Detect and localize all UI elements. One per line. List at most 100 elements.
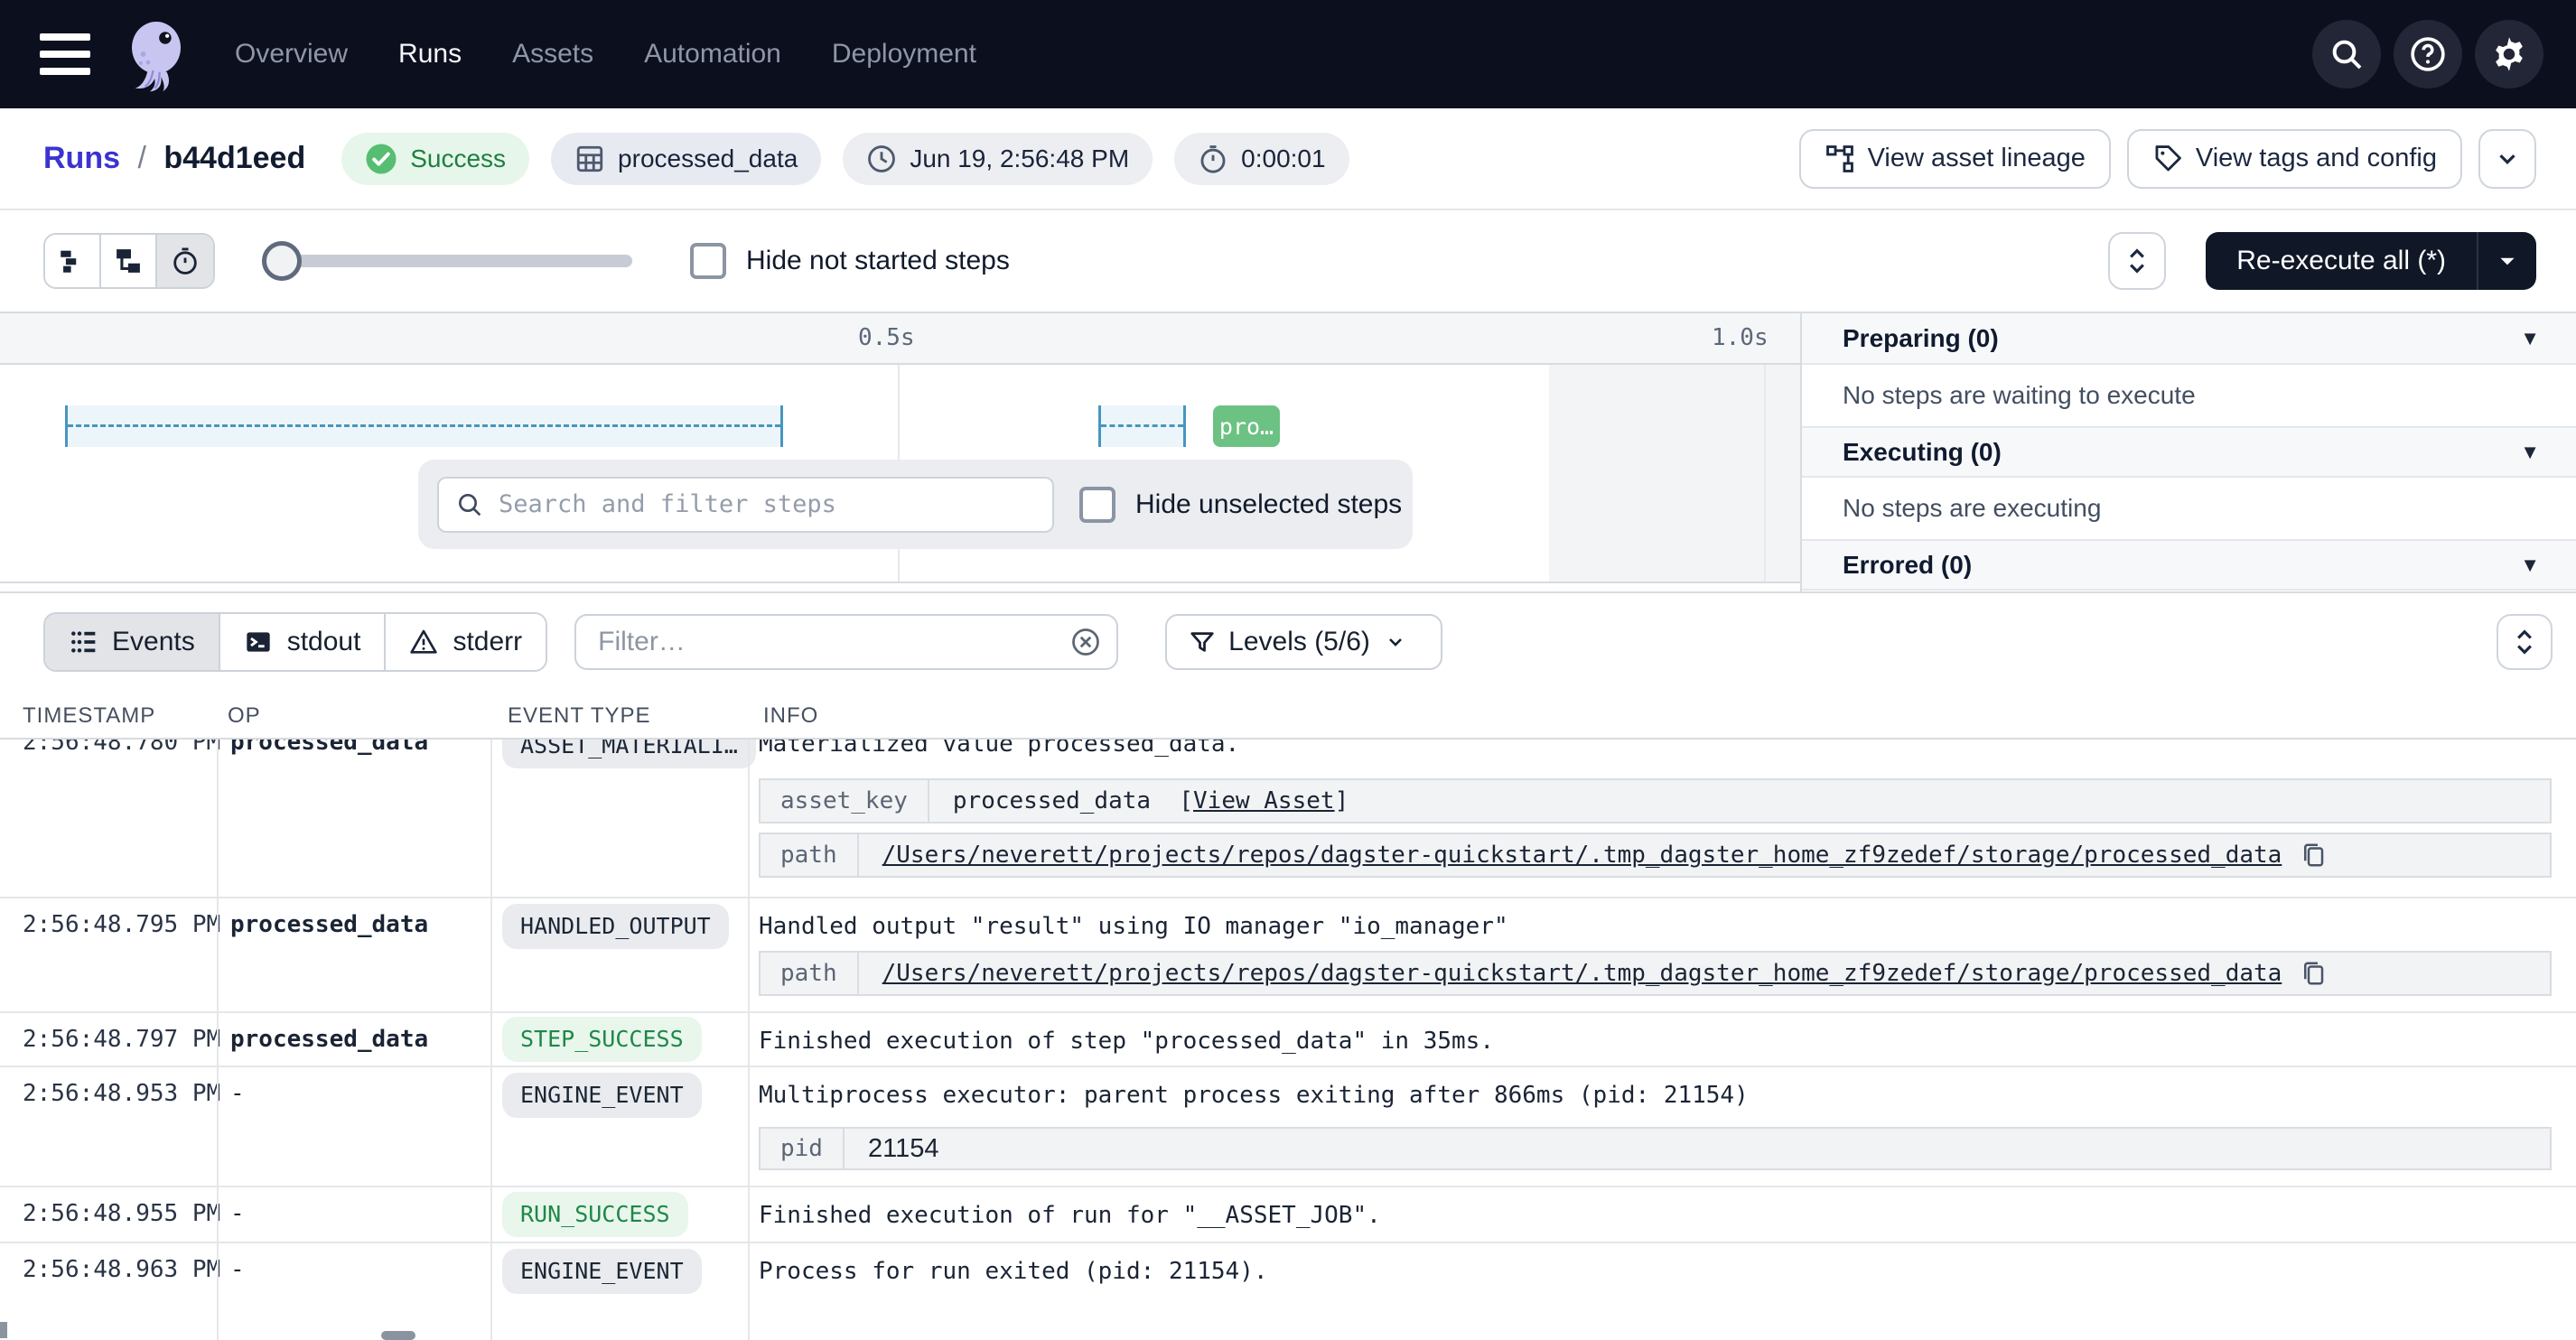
timing-view-icon[interactable]: [157, 235, 213, 287]
event-info: Finished execution of step "processed_da…: [759, 1028, 1494, 1055]
breadcrumb: Runs / b44d1eed: [43, 141, 305, 176]
flat-view-icon[interactable]: [45, 235, 101, 287]
panel-section-preparing[interactable]: Preparing (0) ▼: [1802, 313, 2576, 365]
ruler-tick: 1.0s: [1712, 324, 1769, 351]
header-actions: View asset lineage View tags and config: [1799, 129, 2536, 189]
gear-icon[interactable]: [2475, 20, 2543, 88]
view-asset-lineage-button[interactable]: View asset lineage: [1799, 129, 2111, 189]
gantt-waiting-bar[interactable]: [65, 405, 783, 447]
header-more-chevron-button[interactable]: [2478, 129, 2536, 189]
search-icon[interactable]: [2312, 20, 2381, 88]
vertical-scrollbar-thumb[interactable]: [0, 1322, 7, 1338]
gantt-toolbar: Hide not started steps Re-execute all (*…: [0, 210, 2576, 312]
panel-section-errored[interactable]: Errored (0) ▼: [1802, 539, 2576, 591]
hide-not-started-checkbox-row: Hide not started steps: [690, 243, 1010, 279]
col-header-timestamp: TIMESTAMP: [23, 703, 155, 729]
hide-unselected-checkbox[interactable]: [1079, 487, 1115, 523]
step-search-input[interactable]: [437, 477, 1054, 533]
event-timestamp: 2:56:48.797 PM: [23, 1026, 220, 1053]
reexecute-split-button: Re-execute all (*): [2206, 232, 2536, 290]
help-icon[interactable]: [2394, 20, 2462, 88]
clear-filter-icon[interactable]: [1069, 626, 1102, 658]
nav-item-automation[interactable]: Automation: [644, 39, 781, 70]
gantt-after-run-shade: [1549, 365, 1800, 582]
event-info: Multiprocess executor: parent process ex…: [759, 1082, 1749, 1109]
asset-tag[interactable]: processed_data: [551, 133, 821, 185]
col-header-info: INFO: [763, 703, 818, 729]
log-tabs: Events stdout stderr: [43, 612, 547, 672]
chevron-down-icon: ▼: [2520, 327, 2540, 350]
steps-status-panel: Preparing (0) ▼ No steps are waiting to …: [1800, 312, 2576, 591]
slider-thumb[interactable]: [262, 241, 302, 281]
event-row: 2:56:48.795 PM processed_data HANDLED_OU…: [0, 898, 2576, 1013]
horizontal-scrollbar-thumb[interactable]: [381, 1331, 415, 1340]
event-op: -: [230, 1080, 245, 1107]
path-link[interactable]: /Users/neverett/projects/repos/dagster-q…: [882, 960, 2282, 987]
event-op: processed_data: [230, 740, 428, 756]
path-link[interactable]: /Users/neverett/projects/repos/dagster-q…: [882, 842, 2282, 869]
hide-unselected-checkbox-row: Hide unselected steps: [1079, 487, 1402, 523]
nav-item-deployment[interactable]: Deployment: [832, 39, 976, 70]
chevron-down-icon: ▼: [2520, 441, 2540, 464]
gantt-waiting-bar[interactable]: [1098, 405, 1186, 447]
levels-filter-button[interactable]: Levels (5/6): [1165, 614, 1442, 670]
col-header-op: OP: [228, 703, 261, 729]
event-timestamp: 2:56:48.953 PM: [23, 1080, 220, 1107]
events-table: TIMESTAMP OP EVENT TYPE INFO 2:56:48.780…: [0, 691, 2576, 1340]
nav-icon-buttons: [2312, 20, 2543, 88]
event-timestamp: 2:56:48.955 PM: [23, 1200, 220, 1227]
copy-icon[interactable]: [2300, 960, 2327, 987]
view-asset-link[interactable]: View Asset: [1193, 787, 1335, 814]
copy-icon[interactable]: [2300, 842, 2327, 869]
dagster-run-page: Overview Runs Assets Automation Deployme…: [0, 0, 2576, 1340]
reexecute-dropdown-caret[interactable]: [2478, 232, 2536, 290]
chevron-down-icon: ▼: [2520, 554, 2540, 577]
log-filter-input[interactable]: [574, 614, 1118, 670]
nav-item-runs[interactable]: Runs: [398, 39, 462, 70]
event-op: processed_data: [230, 911, 428, 938]
event-type-pill: ENGINE_EVENT: [502, 1249, 702, 1294]
event-metadata-path: path /Users/neverett/projects/repos/dags…: [759, 833, 2552, 878]
event-row: 2:56:48.780 PM processed_data ASSET_MATE…: [0, 740, 2576, 898]
tab-events[interactable]: Events: [45, 614, 220, 670]
col-header-event-type: EVENT TYPE: [508, 703, 651, 729]
event-metadata-path: path /Users/neverett/projects/repos/dags…: [759, 951, 2552, 996]
nav-item-overview[interactable]: Overview: [235, 39, 348, 70]
nav-links: Overview Runs Assets Automation Deployme…: [235, 39, 976, 70]
gantt-chart: 0.5s 1.0s pro… Hide unselected steps: [0, 312, 1800, 591]
expand-log-button[interactable]: [2497, 614, 2553, 670]
gantt-rows-area: pro… Hide unselected steps: [0, 365, 1800, 582]
dagster-logo-icon[interactable]: [116, 14, 197, 95]
reexecute-all-button[interactable]: Re-execute all (*): [2206, 232, 2478, 290]
ruler-tick: 0.5s: [858, 324, 915, 351]
expand-collapse-button[interactable]: [2108, 232, 2166, 290]
event-type-pill: ENGINE_EVENT: [502, 1073, 702, 1118]
gantt-step-bar[interactable]: pro…: [1213, 405, 1280, 447]
waterfall-view-icon[interactable]: [101, 235, 157, 287]
gantt-zoom-slider[interactable]: [262, 241, 632, 281]
panel-section-executing[interactable]: Executing (0) ▼: [1802, 426, 2576, 478]
top-nav: Overview Runs Assets Automation Deployme…: [0, 0, 2576, 108]
hide-not-started-label: Hide not started steps: [746, 246, 1010, 276]
event-row: 2:56:48.963 PM - ENGINE_EVENT Process fo…: [0, 1243, 2576, 1340]
gantt-view-segmented-control: [43, 233, 215, 289]
tab-stderr[interactable]: stderr: [386, 614, 546, 670]
event-type-pill: STEP_SUCCESS: [502, 1017, 702, 1062]
tab-stdout[interactable]: stdout: [220, 614, 387, 670]
hide-not-started-checkbox[interactable]: [690, 243, 726, 279]
hamburger-menu-icon[interactable]: [40, 33, 90, 75]
event-timestamp: 2:56:48.780 PM: [23, 740, 220, 756]
event-op: -: [230, 1200, 245, 1227]
gantt-search-overlay: Hide unselected steps: [418, 460, 1413, 549]
events-table-header: TIMESTAMP OP EVENT TYPE INFO: [0, 691, 2576, 740]
event-row: 2:56:48.797 PM processed_data STEP_SUCCE…: [0, 1013, 2576, 1067]
event-type-pill: ASSET_MATERIALI…: [502, 740, 756, 768]
status-badge: Success: [341, 133, 529, 185]
breadcrumb-runs-link[interactable]: Runs: [43, 141, 120, 175]
event-type-pill: RUN_SUCCESS: [502, 1192, 688, 1237]
event-info: Process for run exited (pid: 21154).: [759, 1258, 1268, 1285]
nav-item-assets[interactable]: Assets: [512, 39, 593, 70]
event-op: -: [230, 1256, 245, 1283]
event-timestamp: 2:56:48.963 PM: [23, 1256, 220, 1283]
view-tags-config-button[interactable]: View tags and config: [2127, 129, 2462, 189]
